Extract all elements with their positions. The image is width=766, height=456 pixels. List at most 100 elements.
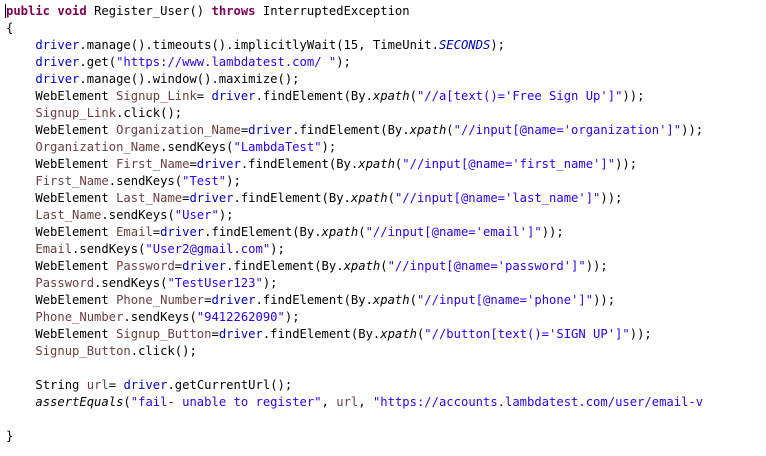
code-line[interactable]: WebElement Email=driver.findElement(By.x… (6, 224, 563, 241)
code-token: ); (270, 242, 285, 256)
code-token: ); (321, 140, 337, 154)
code-token: driver (35, 72, 80, 86)
code-line[interactable]: WebElement Last_Name=driver.findElement(… (6, 190, 622, 207)
code-token: driver (218, 327, 263, 341)
code-token: )); (681, 123, 704, 137)
code-token: ); (218, 208, 234, 222)
code-token: )); (593, 293, 616, 307)
code-line[interactable]: Last_Name.sendKeys("User"); (6, 207, 234, 224)
code-line[interactable]: Email.sendKeys("User2@gmail.com"); (6, 241, 285, 258)
code-line[interactable]: Password.sendKeys("TestUser123"); (6, 275, 277, 292)
code-token: Last_Name (116, 191, 183, 205)
code-token: driver (196, 157, 241, 171)
code-token: .sendKeys( (72, 242, 146, 256)
code-line[interactable]: assertEquals("fail- unable to register",… (6, 394, 703, 411)
code-token: WebElement (35, 89, 117, 103)
code-token: Signup_Link (116, 89, 197, 103)
code-token: String (35, 378, 87, 392)
code-token: .getCurrentUrl(); (167, 378, 293, 392)
code-line[interactable]: WebElement First_Name=driver.findElement… (6, 156, 637, 173)
code-token: .sendKeys( (123, 310, 197, 324)
code-token: url (86, 378, 109, 392)
code-token: "fail- unable to register" (130, 395, 322, 409)
code-token: .findElement(By. (255, 293, 373, 307)
code-token: = (211, 327, 219, 341)
code-line[interactable]: Signup_Link.click(); (6, 105, 182, 122)
code-token: .click(); (116, 106, 183, 120)
code-token: Register_User() (86, 4, 212, 18)
code-token: WebElement (35, 157, 117, 171)
code-line[interactable]: driver.manage().window().maximize(); (6, 71, 299, 88)
code-token: xpath (358, 157, 395, 171)
code-token: xpath (409, 123, 447, 137)
code-token: Phone_Number (35, 310, 124, 324)
code-line[interactable]: WebElement Signup_Link= driver.findEleme… (6, 88, 644, 105)
code-token: driver (123, 378, 168, 392)
code-token: { (6, 21, 14, 35)
code-token: ( (409, 89, 417, 103)
code-token: "TestUser123" (167, 276, 263, 290)
code-token: ( (380, 259, 388, 273)
code-token: "https://www.lambdatest.com/ " (116, 55, 337, 69)
code-line[interactable]: } (6, 428, 13, 445)
code-token: Signup_Button (35, 344, 131, 358)
code-token: void (57, 4, 87, 18)
code-line[interactable]: First_Name.sendKeys("Test"); (6, 173, 240, 190)
code-token: driver (189, 191, 234, 205)
code-token: .sendKeys( (108, 174, 183, 188)
code-token: assertEquals (35, 395, 124, 409)
code-line[interactable]: driver.get("https://www.lambdatest.com/ … (6, 54, 351, 71)
code-token: .sendKeys( (160, 140, 234, 154)
code-token: First_Name (116, 157, 190, 171)
code-token: .findElement(By. (262, 327, 381, 341)
code-token: driver (211, 89, 256, 103)
code-token: ); (490, 38, 505, 52)
code-line[interactable]: public void Register_User() throws Inter… (6, 3, 410, 20)
code-token: "User2@gmail.com" (145, 242, 271, 256)
code-line[interactable]: WebElement Password=driver.findElement(B… (6, 258, 607, 275)
code-token: .manage().timeouts().implicitlyWait(15, … (79, 38, 439, 52)
code-line[interactable]: { (6, 20, 13, 37)
code-token: xpath (380, 327, 417, 341)
code-editor[interactable]: public void Register_User() throws Inter… (0, 0, 766, 456)
code-token: .click(); (130, 344, 197, 358)
code-line[interactable]: WebElement Signup_Button=driver.findElem… (6, 326, 651, 343)
code-line[interactable]: Signup_Button.click(); (6, 343, 197, 360)
code-line[interactable]: WebElement Organization_Name=driver.find… (6, 122, 703, 139)
code-line[interactable]: Organization_Name.sendKeys("LambdaTest")… (6, 139, 336, 156)
code-token: "//input[@name='phone']" (416, 293, 594, 307)
code-token: url (336, 395, 359, 409)
code-token: WebElement (35, 293, 117, 307)
code-token: .findElement(By. (255, 89, 373, 103)
code-token: Organization_Name (116, 123, 241, 137)
code-token: xpath (350, 191, 388, 205)
code-line[interactable]: String url= driver.getCurrentUrl(); (6, 377, 292, 394)
code-token: "LambdaTest" (233, 140, 322, 154)
code-line[interactable]: driver.manage().timeouts().implicitlyWai… (6, 37, 505, 54)
code-token: "9412262090" (196, 310, 285, 324)
code-token: WebElement (35, 327, 117, 341)
code-line[interactable]: WebElement Phone_Number=driver.findEleme… (6, 292, 615, 309)
code-token: WebElement (35, 259, 117, 273)
code-token: .findElement(By. (292, 123, 410, 137)
code-token: .get( (79, 55, 117, 69)
code-token: WebElement (35, 191, 117, 205)
code-token: "//button[text()='SIGN UP']" (424, 327, 630, 341)
code-line[interactable]: Phone_Number.sendKeys("9412262090"); (6, 309, 299, 326)
code-token: , (358, 395, 373, 409)
code-token: Email (35, 242, 73, 256)
